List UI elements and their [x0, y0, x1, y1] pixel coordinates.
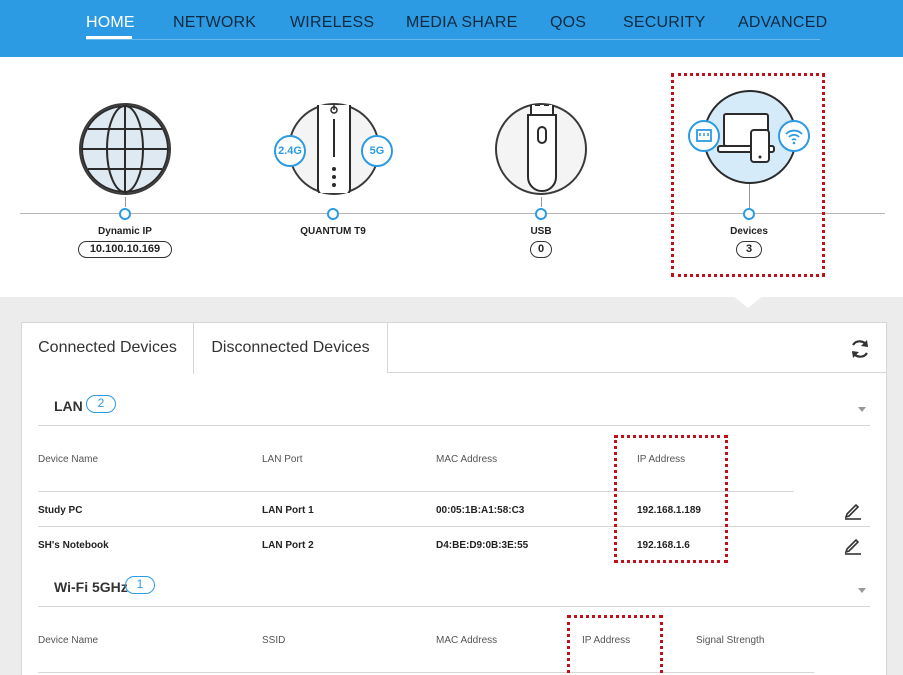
lan-col-lan-port: LAN Port — [262, 454, 303, 465]
wifi5-section-title: Wi-Fi 5GHz — [54, 579, 128, 595]
active-tab-indicator — [86, 36, 132, 39]
usb-count: 0 — [530, 241, 552, 258]
internet-dot — [119, 208, 131, 220]
mac-address: 00:05:1B:A1:58:C3 — [436, 505, 525, 516]
lan-section-title: LAN — [54, 398, 83, 414]
divider — [38, 672, 814, 673]
nav-advanced[interactable]: ADVANCED — [738, 14, 827, 32]
nav-qos[interactable]: QOS — [550, 14, 586, 32]
main-nav: HOME NETWORK WIRELESS MEDIA SHARE QOS SE… — [86, 0, 827, 40]
usb-label: USB — [530, 226, 552, 237]
wifi5-ip-highlight-box — [567, 615, 663, 675]
router-dot — [327, 208, 339, 220]
lan-port: LAN Port 1 — [262, 505, 314, 516]
device-name: Study PC — [38, 505, 83, 516]
lan-col-mac-address: MAC Address — [436, 454, 498, 465]
internet-label: Dynamic IP — [98, 226, 152, 237]
internet-ip-value: 10.100.10.169 — [78, 241, 172, 258]
wifi5-col-ssid: SSID — [262, 635, 286, 646]
usb-dot — [535, 208, 547, 220]
globe-icon — [81, 105, 169, 193]
nav-wireless[interactable]: WIRELESS — [290, 14, 374, 32]
devices-highlight-box — [671, 73, 825, 277]
nav-network[interactable]: NETWORK — [173, 14, 256, 32]
lan-col-device-name: Device Name — [38, 454, 99, 465]
band-5ghz-badge: 5G — [361, 135, 393, 167]
refresh-icon[interactable] — [848, 337, 872, 361]
edit-pencil-icon[interactable] — [843, 500, 863, 520]
divider — [38, 425, 870, 426]
usb-node[interactable] — [495, 96, 587, 195]
connector — [125, 197, 126, 207]
tab-connected-devices[interactable]: Connected Devices — [22, 323, 194, 374]
panel-pointer — [733, 296, 763, 308]
nav-home[interactable]: HOME — [86, 14, 135, 32]
device-name: SH's Notebook — [38, 540, 109, 551]
mac-address: D4:BE:D9:0B:3E:55 — [436, 540, 529, 551]
band-24ghz-badge: 2.4G — [274, 135, 306, 167]
device-tabs: Connected Devices Disconnected Devices — [22, 323, 886, 374]
usb-drive-icon — [527, 96, 557, 192]
lan-collapse-chevron-icon[interactable] — [858, 407, 866, 412]
edit-pencil-icon[interactable] — [843, 535, 863, 555]
divider — [38, 606, 870, 607]
router-label: QUANTUM T9 — [300, 226, 366, 237]
wifi5-device-count: 1 — [125, 576, 155, 594]
nav-security[interactable]: SECURITY — [623, 14, 706, 32]
lan-ip-highlight-box — [614, 435, 728, 563]
wifi5-collapse-chevron-icon[interactable] — [858, 588, 866, 593]
wifi5-col-device-name: Device Name — [38, 635, 99, 646]
divider — [38, 526, 870, 527]
wifi5-col-mac-address: MAC Address — [436, 635, 498, 646]
lan-port: LAN Port 2 — [262, 540, 314, 551]
wifi5-col-signal-strength: Signal Strength — [696, 635, 765, 646]
internet-node[interactable] — [79, 103, 171, 195]
nav-media-share[interactable]: MEDIA SHARE — [406, 14, 518, 32]
network-topology: Dynamic IP 10.100.10.169 2.4G 5G QUANTUM… — [0, 57, 903, 297]
devices-panel: Connected Devices Disconnected Devices L… — [21, 322, 887, 675]
tab-disconnected-devices[interactable]: Disconnected Devices — [194, 323, 388, 373]
lan-device-count: 2 — [86, 395, 116, 413]
top-nav-bar: HOME NETWORK WIRELESS MEDIA SHARE QOS SE… — [0, 0, 903, 57]
connector — [541, 197, 542, 207]
